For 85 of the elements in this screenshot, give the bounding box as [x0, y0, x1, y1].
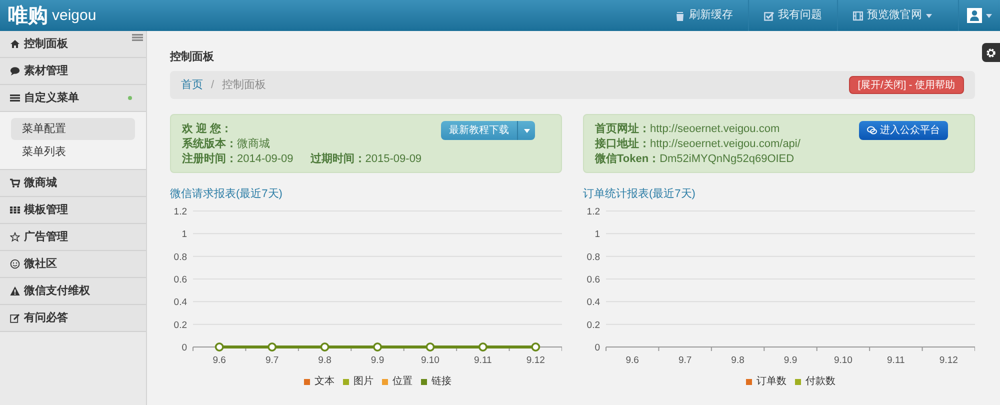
nav-button[interactable]: 刷新缓存	[660, 0, 748, 31]
y-tick-label: 0.2	[586, 320, 600, 331]
breadcrumb-current: 控制面板	[222, 78, 266, 93]
page-title: 控制面板	[170, 51, 215, 63]
x-tick-label: 9.12	[939, 355, 958, 366]
sidebar-item[interactable]: 有问必答	[0, 305, 146, 332]
x-tick-label: 9.11	[474, 355, 492, 366]
x-tick-label: 9.6	[626, 355, 639, 366]
legend-label: 文本	[314, 374, 334, 389]
y-tick-label: 0.4	[174, 297, 187, 308]
x-tick-label: 9.10	[834, 355, 852, 366]
sidebar-item[interactable]: 素材管理	[0, 58, 146, 85]
home-icon	[10, 39, 20, 49]
legend-label: 付款数	[806, 375, 836, 389]
sidebar-item[interactable]: 自定义菜单	[0, 85, 146, 112]
user-icon	[967, 8, 982, 23]
info-line: 系统版本：微商城	[182, 137, 270, 152]
cart-icon	[10, 178, 20, 188]
y-tick-label: 0.8	[586, 252, 600, 263]
submenu-item[interactable]: 菜单列表	[11, 141, 135, 163]
y-tick-label: 1	[594, 229, 600, 240]
x-tick-label: 9.7	[265, 355, 279, 366]
x-tick-label: 9.7	[678, 355, 692, 366]
list-icon	[10, 93, 20, 103]
y-tick-label: 0.4	[586, 297, 600, 308]
y-tick-label: 0	[182, 342, 187, 354]
platform-button[interactable]: 进入公众平台	[859, 121, 948, 140]
checkbox-icon	[764, 10, 774, 20]
sidebar-item[interactable]: 微社区	[0, 251, 146, 278]
film-icon	[853, 10, 863, 20]
x-tick-label: 9.8	[731, 355, 744, 366]
legend-label: 图片	[354, 374, 374, 389]
y-tick-label: 1.2	[174, 206, 187, 218]
y-tick-label: 0	[594, 342, 600, 354]
chart-title: 微信请求报表(最近7天)	[170, 187, 284, 201]
breadcrumb-separator: /	[211, 78, 214, 93]
star-icon	[10, 232, 20, 242]
welcome-text: 欢 迎 您：	[182, 122, 232, 137]
brand-name: veigou	[52, 8, 96, 23]
sidebar-item[interactable]: 微商城	[0, 170, 146, 197]
settings-tab[interactable]	[982, 43, 1000, 62]
settings-icon	[986, 48, 996, 58]
x-tick-label: 9.12	[526, 355, 545, 366]
warning-icon	[10, 286, 20, 296]
legend-label: 链接	[432, 374, 452, 389]
info-line: 过期时间：2015-09-09	[310, 152, 422, 167]
breadcrumb-link[interactable]: 首页	[181, 76, 203, 94]
smiley-icon	[10, 259, 20, 269]
y-tick-label: 0.6	[174, 274, 187, 286]
info-line: 首页网址：http://seoernet.veigou.com	[595, 122, 780, 137]
x-tick-label: 9.8	[318, 355, 332, 366]
sidebar-item[interactable]: 控制面板	[0, 31, 146, 58]
legend-label: 订单数	[756, 374, 786, 389]
info-line: 微信Token：Dm52iMYQnNg52q69OIED	[595, 152, 794, 167]
y-tick-label: 1.2	[586, 206, 600, 218]
x-tick-label: 9.6	[212, 355, 226, 366]
caret-icon	[986, 14, 992, 18]
submenu-item[interactable]: 菜单配置	[11, 118, 135, 140]
help-button[interactable]: [展开/关闭] - 使用帮助	[848, 76, 964, 94]
caret-icon	[524, 128, 530, 132]
chart-title: 订单统计报表(最近7天)	[583, 187, 696, 201]
nav-button[interactable]: 预览微官网	[837, 0, 947, 31]
y-tick-label: 0.6	[586, 274, 600, 286]
y-tick-label: 1	[182, 229, 187, 240]
sidebar-item[interactable]: 广告管理	[0, 224, 146, 251]
chat-icon	[867, 126, 877, 135]
brand-logo: 唯购	[8, 6, 48, 26]
legend-label: 位置	[392, 374, 412, 389]
x-tick-label: 9.11	[887, 355, 905, 366]
speech-bubble-icon	[10, 66, 20, 76]
x-tick-label: 9.9	[784, 355, 798, 366]
nav-button[interactable]: 我有问题	[748, 0, 837, 31]
grid-icon	[10, 205, 20, 215]
edit-icon	[10, 313, 20, 323]
y-tick-label: 0.2	[174, 320, 187, 331]
x-tick-label: 9.9	[370, 355, 384, 366]
trash-icon	[675, 10, 685, 20]
dropdown-toggle[interactable]	[517, 121, 535, 140]
info-line: 接口地址：http://seoernet.veigou.com/api/	[595, 137, 800, 152]
y-tick-label: 0.8	[174, 252, 187, 263]
info-line: 注册时间：2014-09-09	[182, 152, 294, 167]
collapse-icon[interactable]	[132, 34, 143, 41]
x-tick-label: 9.10	[420, 355, 440, 366]
sidebar-item[interactable]: 模板管理	[0, 197, 146, 224]
sidebar-item[interactable]: 微信支付维权	[0, 278, 146, 305]
